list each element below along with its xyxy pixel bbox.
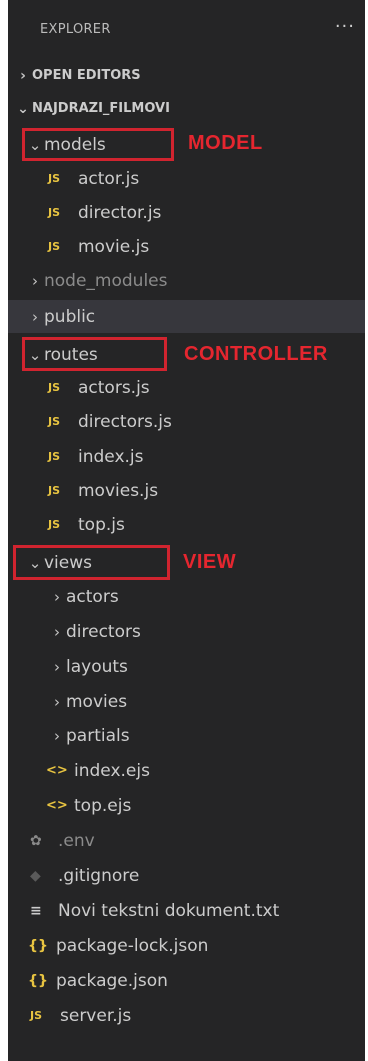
view-annotation: VIEW <box>183 551 237 573</box>
chevron-right-icon: › <box>54 657 60 676</box>
file-label: .env <box>58 830 95 851</box>
file-label: index.js <box>78 446 144 467</box>
file-label: movies.js <box>78 480 159 501</box>
file-label: top.ejs <box>74 795 132 816</box>
file-label: index.ejs <box>74 760 150 781</box>
file-package-lock-json[interactable]: {} package-lock.json <box>8 929 365 962</box>
text-file-icon: ≡ <box>30 902 42 919</box>
section-label: NAJDRAZI_FILMOVI <box>32 101 170 116</box>
folder-label: movies <box>66 691 128 712</box>
folder-label: partials <box>66 725 130 746</box>
js-icon: JS <box>48 240 61 253</box>
js-icon: JS <box>48 484 61 497</box>
folder-label: node_modules <box>44 270 168 291</box>
file-label: Novi tekstni dokument.txt <box>58 900 280 921</box>
chevron-right-icon: › <box>54 692 60 711</box>
explorer-title: EXPLORER <box>40 21 111 37</box>
file-top-ejs[interactable]: <> top.ejs <box>8 789 365 822</box>
file-actors-js[interactable]: JS actors.js <box>8 371 365 404</box>
js-icon: JS <box>48 450 61 463</box>
json-icon: {} <box>28 972 48 989</box>
file-index-ejs[interactable]: <> index.ejs <box>8 754 365 787</box>
file-label: top.js <box>78 514 125 535</box>
folder-node-modules[interactable]: › node_modules <box>8 264 365 297</box>
ejs-icon: <> <box>46 763 68 778</box>
folder-label: layouts <box>66 656 128 677</box>
file-director-js[interactable]: JS director.js <box>8 196 365 229</box>
js-icon: JS <box>48 518 61 531</box>
folder-actors[interactable]: › actors <box>8 580 365 613</box>
folder-layouts[interactable]: › layouts <box>8 650 365 683</box>
folder-directors[interactable]: › directors <box>8 615 365 648</box>
js-icon: JS <box>48 172 61 185</box>
model-highlight-box <box>22 128 174 161</box>
explorer-header: EXPLORER <box>8 0 365 58</box>
file-movies-js[interactable]: JS movies.js <box>8 474 365 507</box>
file-movie-js[interactable]: JS movie.js <box>8 230 365 263</box>
controller-annotation: CONTROLLER <box>184 343 328 365</box>
chevron-right-icon: › <box>54 726 60 745</box>
ejs-icon: <> <box>46 798 68 813</box>
file-label: actor.js <box>78 168 140 189</box>
js-icon: JS <box>30 1009 43 1022</box>
file-package-json[interactable]: {} package.json <box>8 964 365 997</box>
chevron-right-icon: › <box>54 587 60 606</box>
file-top-js[interactable]: JS top.js <box>8 508 365 541</box>
more-actions-icon[interactable]: ··· <box>335 16 355 37</box>
folder-movies[interactable]: › movies <box>8 685 365 718</box>
folder-label: directors <box>66 621 141 642</box>
file-label: directors.js <box>78 411 172 432</box>
file-env[interactable]: ✿ .env <box>8 824 365 857</box>
file-server-js[interactable]: JS server.js <box>8 999 365 1032</box>
folder-partials[interactable]: › partials <box>8 719 365 752</box>
section-label: OPEN EDITORS <box>32 68 141 83</box>
file-label: package.json <box>56 970 168 991</box>
section-open-editors[interactable]: › OPEN EDITORS <box>8 59 365 92</box>
file-label: actors.js <box>78 377 150 398</box>
view-highlight-box <box>13 545 170 580</box>
file-label: server.js <box>60 1005 132 1026</box>
chevron-right-icon: › <box>20 67 26 84</box>
file-actor-js[interactable]: JS actor.js <box>8 162 365 195</box>
folder-public[interactable]: › public <box>8 300 365 333</box>
controller-highlight-box <box>22 337 167 371</box>
file-novi-tekstni-dokument[interactable]: ≡ Novi tekstni dokument.txt <box>8 894 365 927</box>
js-icon: JS <box>48 206 61 219</box>
explorer-panel: EXPLORER ··· › OPEN EDITORS ⌄ NAJDRAZI_F… <box>8 0 365 1061</box>
json-icon: {} <box>28 937 48 954</box>
file-gitignore[interactable]: ◆ .gitignore <box>8 859 365 892</box>
chevron-right-icon: › <box>32 307 38 326</box>
gear-icon: ✿ <box>30 832 42 849</box>
folder-label: public <box>44 306 96 327</box>
file-label: movie.js <box>78 236 150 257</box>
section-project[interactable]: ⌄ NAJDRAZI_FILMOVI <box>8 92 365 125</box>
file-label: .gitignore <box>58 865 140 886</box>
file-index-js[interactable]: JS index.js <box>8 440 365 473</box>
file-directors-js[interactable]: JS directors.js <box>8 405 365 438</box>
js-icon: JS <box>48 381 61 394</box>
chevron-right-icon: › <box>32 271 38 290</box>
model-annotation: MODEL <box>188 132 263 154</box>
file-label: package-lock.json <box>56 935 209 956</box>
chevron-down-icon: ⌄ <box>17 100 29 117</box>
git-icon: ◆ <box>30 867 41 884</box>
chevron-right-icon: › <box>54 622 60 641</box>
js-icon: JS <box>48 415 61 428</box>
file-label: director.js <box>78 202 162 223</box>
folder-label: actors <box>66 586 119 607</box>
